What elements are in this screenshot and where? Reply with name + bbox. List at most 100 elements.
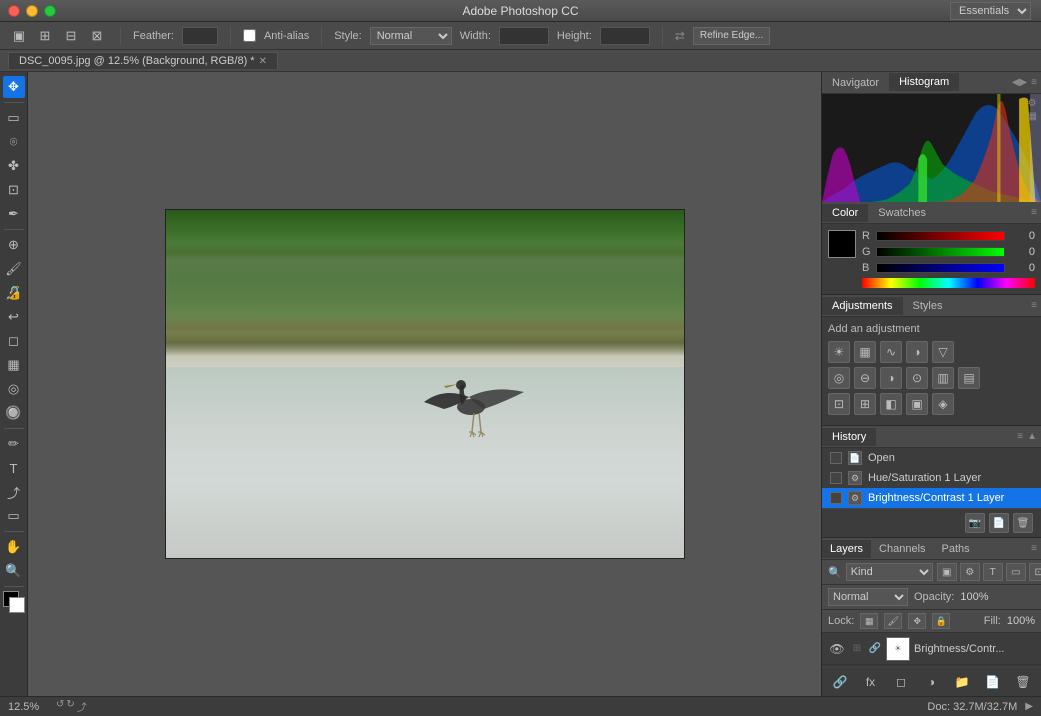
layer-item-brightness[interactable]: 👁 ⊞ 🔗 ☀ Brightness/Contr... [822,633,1041,665]
tab-channels[interactable]: Channels [871,540,933,558]
feather-input[interactable]: 0 px [182,27,218,45]
history-item-huesat[interactable]: ⚙ Hue/Saturation 1 Layer [822,468,1041,488]
photo-filter-btn[interactable]: ⊙ [906,367,928,389]
healing-brush-tool[interactable]: ⊕ [3,234,25,256]
add-selection-btn[interactable]: ⊞ [34,25,56,47]
color-balance-btn[interactable]: ⊖ [854,367,876,389]
hand-tool[interactable]: ✋ [3,536,25,558]
history-collapse-icon[interactable]: ▲ [1027,431,1037,442]
lock-position-btn[interactable]: ✥ [908,613,926,629]
adj-panel-menu-icon[interactable]: ≡ [1031,300,1037,311]
history-delete-btn[interactable]: 🗑 [1013,513,1033,533]
layer-fx-btn[interactable]: fx [861,672,881,692]
layer-link-brightness[interactable]: 🔗 [868,640,882,658]
histogram-refresh-icon[interactable]: ⚙ [1028,98,1037,109]
blend-mode-select[interactable]: Normal Dissolve Multiply Screen Overlay [828,588,908,606]
levels-btn[interactable]: ▦ [854,341,876,363]
type-layer-filter-btn[interactable]: T [983,563,1003,581]
smart-object-filter-btn[interactable]: ⊡ [1029,563,1041,581]
selective-color-btn[interactable]: ◈ [932,393,954,415]
new-selection-btn[interactable]: ▣ [8,25,30,47]
spectrum-bar[interactable] [862,278,1035,288]
layers-kind-select[interactable]: Kind Name Effect Mode Attribute Color Sm… [846,563,933,581]
histogram-view-icon[interactable]: ▦ [1028,111,1037,122]
layers-panel-menu-icon[interactable]: ≡ [1031,543,1037,554]
rotate-left-btn[interactable]: ↺ [56,699,64,714]
layer-new-btn[interactable]: 📄 [983,672,1003,692]
status-nav-arrow[interactable]: ▶ [1025,701,1033,712]
brightness-contrast-btn[interactable]: ☀ [828,341,850,363]
current-color-swatch[interactable] [828,230,856,258]
shape-layer-filter-btn[interactable]: ▭ [1006,563,1026,581]
history-panel-menu-icon[interactable]: ≡ [1017,431,1023,442]
posterize-btn[interactable]: ⊞ [854,393,876,415]
refine-edge-button[interactable]: Refine Edge... [693,27,770,45]
curves-btn[interactable]: ∿ [880,341,902,363]
expand-icon[interactable]: ◀▶ [1012,77,1027,88]
subtract-selection-btn[interactable]: ⊟ [60,25,82,47]
blue-slider[interactable] [876,263,1005,273]
path-select-tool[interactable]: ⤴ [3,481,25,503]
width-input[interactable] [499,27,549,45]
layer-link-btn[interactable]: 🔗 [830,672,850,692]
red-slider[interactable] [876,231,1005,241]
history-checkbox-open[interactable] [830,452,842,464]
rectangular-marquee-tool[interactable]: ▭ [3,107,25,129]
tab-adjustments[interactable]: Adjustments [822,297,903,315]
history-checkbox-brightness[interactable] [830,492,842,504]
fill-value[interactable]: 100% [1007,615,1035,627]
gradient-tool[interactable]: ▦ [3,354,25,376]
history-snapshot-btn[interactable]: 📷 [965,513,985,533]
tab-history[interactable]: History [822,428,876,446]
color-lookup-btn[interactable]: ▤ [958,367,980,389]
tab-layers[interactable]: Layers [822,540,871,558]
pixel-layer-filter-btn[interactable]: ▣ [937,563,957,581]
history-checkbox-huesat[interactable] [830,472,842,484]
pen-tool[interactable]: ✏ [3,433,25,455]
tab-navigator[interactable]: Navigator [822,74,889,92]
layer-mask-btn[interactable]: ◻ [891,672,911,692]
layers-list[interactable]: 👁 ⊞ 🔗 ☀ Brightness/Contr... 👁 ⊞ 🔗 ◎ Hue/… [822,633,1041,667]
layer-delete-btn[interactable]: 🗑 [1013,672,1033,692]
layer-adj-btn[interactable]: ◑ [922,672,942,692]
threshold-btn[interactable]: ◧ [880,393,902,415]
layer-eye-brightness[interactable]: 👁 [828,640,846,658]
document-tab[interactable]: DSC_0095.jpg @ 12.5% (Background, RGB/8)… [8,52,278,69]
black-white-btn[interactable]: ◑ [880,367,902,389]
shape-tool[interactable]: ▭ [3,505,25,527]
green-slider[interactable] [876,247,1005,257]
maximize-button[interactable] [44,5,56,17]
history-item-brightness[interactable]: ⚙ Brightness/Contrast 1 Layer [822,488,1041,508]
hue-sat-btn[interactable]: ◎ [828,367,850,389]
antialias-checkbox[interactable] [243,29,256,42]
minimize-button[interactable] [26,5,38,17]
adjustment-layer-filter-btn[interactable]: ⚙ [960,563,980,581]
layer-chain-brightness[interactable]: ⊞ [850,640,864,658]
height-input[interactable] [600,27,650,45]
crop-tool[interactable]: ⊡ [3,179,25,201]
quick-select-tool[interactable]: ✤ [3,155,25,177]
clone-stamp-tool[interactable]: 🔏 [3,282,25,304]
history-brush-tool[interactable]: ↩ [3,306,25,328]
tab-swatches[interactable]: Swatches [868,204,936,222]
style-select[interactable]: Normal Fixed Ratio Fixed Size [370,27,452,45]
close-button[interactable] [8,5,20,17]
lock-transparent-btn[interactable]: ▦ [860,613,878,629]
lasso-tool[interactable]: ⌾ [3,131,25,153]
eyedropper-tool[interactable]: ✒ [3,203,25,225]
gradient-map-btn[interactable]: ▣ [906,393,928,415]
tab-color[interactable]: Color [822,204,868,222]
vibrance-btn[interactable]: ▽ [932,341,954,363]
opacity-value[interactable]: 100% [960,591,990,603]
intersect-selection-btn[interactable]: ⊠ [86,25,108,47]
canvas-area[interactable] [28,72,821,696]
channel-mixer-btn[interactable]: ▥ [932,367,954,389]
swap-icon[interactable]: ⇄ [675,29,685,43]
layer-group-btn[interactable]: 📁 [952,672,972,692]
background-color[interactable] [9,597,25,613]
tab-styles[interactable]: Styles [903,297,953,315]
share-btn[interactable]: ⤴ [77,699,87,714]
brush-tool[interactable]: 🖌 [3,258,25,280]
eraser-tool[interactable]: ◻ [3,330,25,352]
invert-btn[interactable]: ⊡ [828,393,850,415]
